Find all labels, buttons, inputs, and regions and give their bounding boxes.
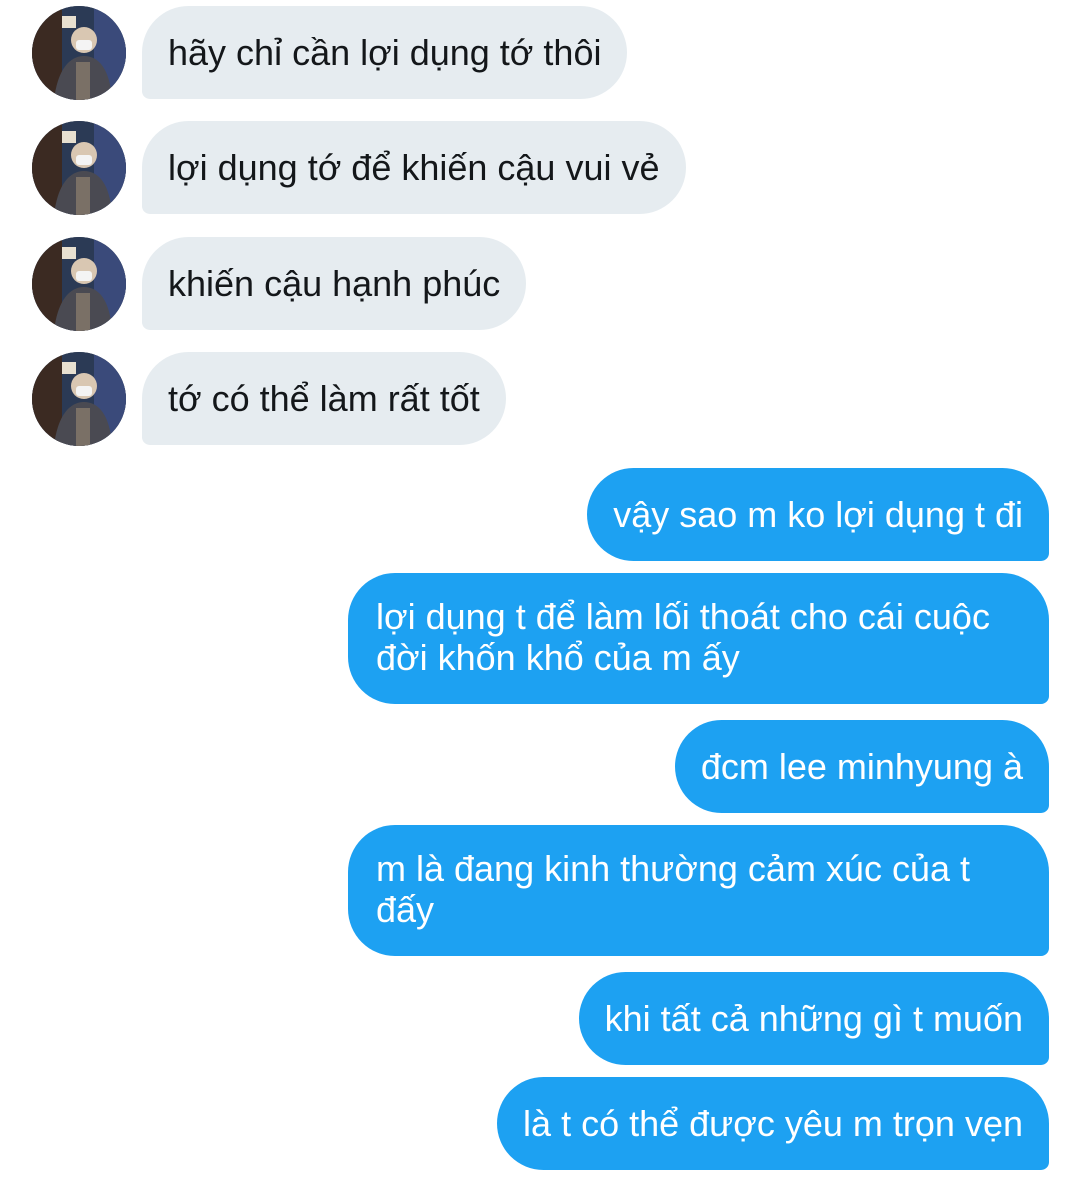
sender-avatar[interactable] bbox=[32, 121, 126, 215]
outgoing-message-bubble[interactable]: khi tất cả những gì t muốn bbox=[578, 972, 1049, 1065]
outgoing-message-bubble[interactable]: vậy sao m ko lợi dụng t đi bbox=[587, 468, 1049, 561]
incoming-message-bubble[interactable]: hãy chỉ cần lợi dụng tớ thôi bbox=[142, 6, 628, 99]
outgoing-message-bubble[interactable]: đcm lee minhyung à bbox=[674, 720, 1049, 813]
incoming-message-bubble[interactable]: khiến cậu hạnh phúc bbox=[142, 237, 527, 330]
conversation-thread: hãy chỉ cần lợi dụng tớ thôi lợi dụng tớ… bbox=[0, 0, 1080, 1180]
sender-avatar[interactable] bbox=[32, 237, 126, 331]
outgoing-message-bubble[interactable]: m là đang kinh thường cảm xúc của t đấy bbox=[348, 825, 1049, 956]
incoming-message-bubble[interactable]: lợi dụng tớ để khiến cậu vui vẻ bbox=[142, 121, 686, 214]
person-photo-icon bbox=[32, 6, 126, 100]
incoming-message-bubble[interactable]: tớ có thể làm rất tốt bbox=[142, 352, 506, 445]
person-photo-icon bbox=[32, 352, 126, 446]
outgoing-message-bubble[interactable]: lợi dụng t để làm lối thoát cho cái cuộc… bbox=[348, 573, 1049, 704]
outgoing-message-bubble[interactable]: là t có thể được yêu m trọn vẹn bbox=[497, 1077, 1049, 1170]
person-photo-icon bbox=[32, 121, 126, 215]
sender-avatar[interactable] bbox=[32, 6, 126, 100]
person-photo-icon bbox=[32, 237, 126, 331]
sender-avatar[interactable] bbox=[32, 352, 126, 446]
